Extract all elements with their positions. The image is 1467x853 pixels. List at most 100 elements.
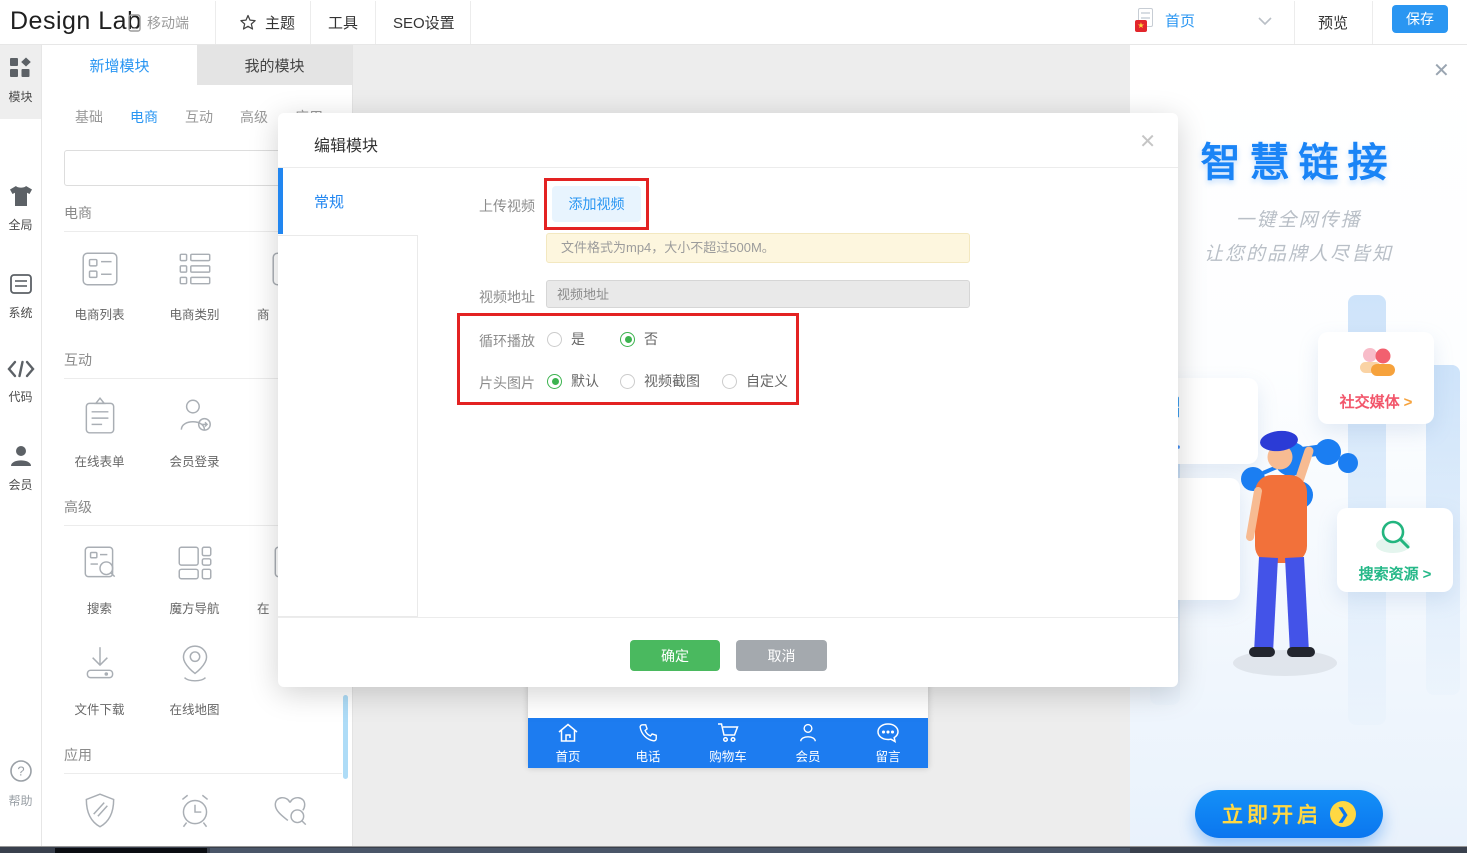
promo-close-icon[interactable]: ✕ <box>1433 58 1450 83</box>
confirm-button[interactable]: 确定 <box>630 640 720 671</box>
sidebar-item-label: 系统 <box>0 304 41 321</box>
module-item-search[interactable]: 搜索 <box>52 542 147 617</box>
phone-icon <box>637 722 659 744</box>
social-media-icon <box>1353 345 1399 383</box>
modal-tab-general[interactable]: 常规 <box>314 191 344 212</box>
module-item-online-map[interactable]: 在线地图 <box>147 643 242 718</box>
scrollbar-track-segment <box>210 848 1130 853</box>
save-button[interactable]: 保存 <box>1392 5 1448 33</box>
chevron-down-icon[interactable] <box>1258 17 1272 26</box>
module-item-ecom-list[interactable]: 电商列表 <box>52 248 147 323</box>
video-url-input[interactable] <box>546 280 970 308</box>
mobile-mode-indicator[interactable]: 移动端 <box>128 13 189 33</box>
module-item-cube-nav[interactable]: 魔方导航 <box>147 542 242 617</box>
module-panel-tabs: 新增模块 我的模块 <box>42 45 352 85</box>
theme-star-icon <box>238 13 258 33</box>
category-ecommerce[interactable]: 电商 <box>130 107 158 137</box>
promo-panel: ✕ 智慧链接 一键全网传播 让您的品牌人尽皆知 程序> <box>1130 45 1467 846</box>
category-advanced[interactable]: 高级 <box>240 107 268 137</box>
app-logo: Design Lab <box>10 7 141 36</box>
format-hint: 文件格式为mp4，大小不超过500M。 <box>546 233 970 263</box>
phone-icon <box>128 14 141 32</box>
toolbar-divider <box>375 1 376 44</box>
module-item-ecom-category[interactable]: 电商类别 <box>147 248 242 323</box>
radio-circle <box>620 374 635 389</box>
module-item-member-login[interactable]: 会员登录 <box>147 395 242 470</box>
radio-poster-screenshot[interactable]: 视频截图 <box>620 371 700 391</box>
top-toolbar: Design Lab 移动端 主题 工具 SEO设置 ★ 首页 预览 <box>0 0 1467 45</box>
grid-icon <box>9 57 33 79</box>
toolbar-divider <box>470 1 471 44</box>
booking-icon <box>174 790 216 832</box>
phone-nav-phone[interactable]: 电话 <box>608 718 688 768</box>
sidebar-item-label: 会员 <box>0 476 41 493</box>
page-selector-label: 首页 <box>1165 10 1195 31</box>
modal-close-icon[interactable]: ✕ <box>1139 129 1156 154</box>
radio-poster-custom[interactable]: 自定义 <box>722 371 788 391</box>
phone-nav-cart[interactable]: 购物车 <box>688 718 768 768</box>
booking-query-icon <box>269 790 311 832</box>
phone-nav-home[interactable]: 首页 <box>528 718 608 768</box>
menu-theme-label: 主题 <box>265 12 295 33</box>
category-interactive[interactable]: 互动 <box>185 107 213 137</box>
sidebar-item-label: 全局 <box>0 216 41 233</box>
sidebar-item-global[interactable]: 全局 <box>0 185 41 233</box>
page-selector[interactable]: ★ 首页 <box>1135 8 1195 32</box>
loop-play-label: 循环播放 <box>415 331 535 351</box>
category-basic[interactable]: 基础 <box>75 107 103 137</box>
online-map-icon <box>174 643 216 685</box>
sidebar-item-label: 帮助 <box>0 792 41 809</box>
help-icon: ? <box>9 759 33 783</box>
loop-radio-group: 是 否 <box>547 331 658 347</box>
sidebar-item-help[interactable]: ? 帮助 <box>0 759 41 809</box>
member-icon <box>9 445 33 467</box>
toolbar-divider <box>1372 1 1373 44</box>
menu-seo[interactable]: SEO设置 <box>393 12 455 33</box>
tab-new-modules[interactable]: 新增模块 <box>42 45 197 85</box>
promo-illustration <box>1225 395 1405 725</box>
sidebar-item-label: 模块 <box>0 88 41 105</box>
modal-tab-indicator <box>278 168 283 234</box>
phone-nav-member[interactable]: 会员 <box>768 718 848 768</box>
module-item-booking[interactable]: 预约系统 <box>147 790 242 846</box>
modal-title: 编辑模块 <box>314 132 378 156</box>
menu-theme[interactable]: 主题 <box>238 12 295 33</box>
sidebar-item-modules[interactable]: 模块 <box>0 45 41 119</box>
menu-seo-label: SEO设置 <box>393 12 455 33</box>
ecom-list-icon <box>79 248 121 290</box>
radio-poster-default[interactable]: 默认 <box>547 371 599 391</box>
module-item-anti-fake[interactable]: 防伪系统 <box>52 790 147 846</box>
radio-loop-no[interactable]: 否 <box>620 329 658 349</box>
modal-footer-divider <box>278 617 1178 618</box>
cart-icon <box>716 722 740 744</box>
sidebar-item-label: 代码 <box>0 388 41 405</box>
preview-button[interactable]: 预览 <box>1318 12 1348 33</box>
poster-image-label: 片头图片 <box>415 373 535 393</box>
message-icon <box>876 722 900 744</box>
tshirt-icon <box>8 185 34 207</box>
ecom-category-icon <box>174 248 216 290</box>
module-item-file-download[interactable]: 文件下载 <box>52 643 147 718</box>
scrollbar-thumb[interactable] <box>55 848 207 853</box>
mobile-mode-label: 移动端 <box>147 13 189 33</box>
cta-arrow-icon: ❯ <box>1330 801 1356 827</box>
sidebar-item-member[interactable]: 会员 <box>0 445 41 493</box>
search-module-icon <box>79 542 121 584</box>
radio-circle <box>620 332 635 347</box>
left-icon-sidebar: 模块 全局 系统 代码 会员 ? 帮助 <box>0 45 42 846</box>
upload-video-label: 上传视频 <box>415 196 535 216</box>
tab-my-modules[interactable]: 我的模块 <box>197 45 352 85</box>
panel-scrollbar[interactable] <box>343 695 348 779</box>
menu-tools[interactable]: 工具 <box>328 12 358 33</box>
radio-loop-yes[interactable]: 是 <box>547 329 585 349</box>
promo-subtitle-1: 一键全网传播 <box>1130 205 1467 232</box>
phone-nav-message[interactable]: 留言 <box>848 718 928 768</box>
horizontal-scrollbar[interactable] <box>0 846 1467 853</box>
start-now-button[interactable]: 立即开启 ❯ <box>1195 790 1383 838</box>
promo-title: 智慧链接 <box>1130 130 1467 188</box>
module-item-booking-query[interactable]: 预约查询 <box>242 790 337 846</box>
module-item-online-form[interactable]: 在线表单 <box>52 395 147 470</box>
sidebar-item-code[interactable]: 代码 <box>0 359 41 405</box>
cancel-button[interactable]: 取消 <box>736 640 827 671</box>
sidebar-item-system[interactable]: 系统 <box>0 273 41 321</box>
